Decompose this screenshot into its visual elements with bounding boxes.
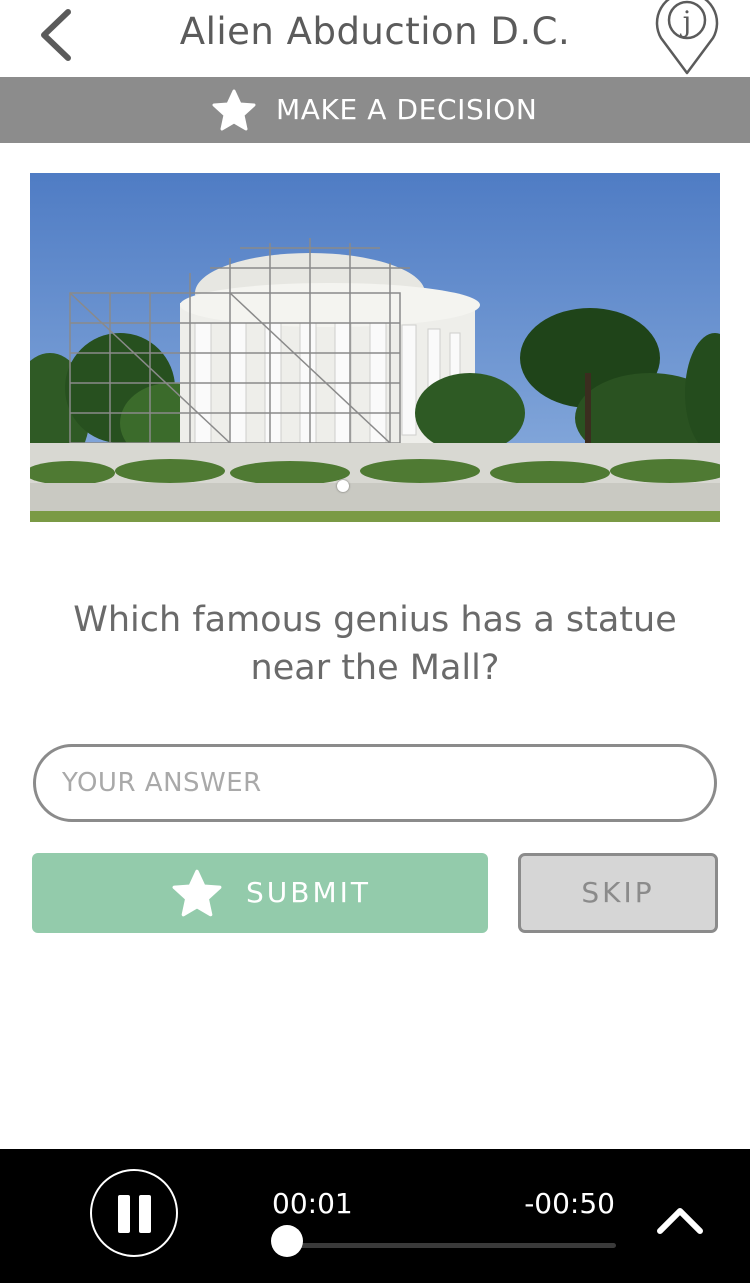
star-icon: [172, 869, 222, 917]
answer-input[interactable]: [33, 744, 717, 822]
map-pin-button[interactable]: j: [654, 0, 720, 76]
star-icon: [212, 89, 256, 131]
banner-label: MAKE A DECISION: [276, 93, 538, 126]
chevron-up-icon: [657, 1208, 703, 1234]
decision-banner: MAKE A DECISION: [0, 77, 750, 143]
expand-player-button[interactable]: [654, 1199, 706, 1239]
pause-icon: [118, 1195, 151, 1233]
skip-button[interactable]: SKIP: [518, 853, 718, 933]
audio-player: 00:01 -00:50: [0, 1149, 750, 1283]
remaining-time: -00:50: [524, 1187, 615, 1220]
location-photo: [30, 173, 720, 522]
submit-button[interactable]: SUBMIT: [32, 853, 488, 933]
submit-label: SUBMIT: [246, 876, 371, 909]
progress-knob[interactable]: [270, 1225, 303, 1257]
pause-button[interactable]: [90, 1169, 178, 1257]
carousel-indicator[interactable]: [337, 480, 349, 492]
question-text: Which famous genius has a statue near th…: [73, 600, 677, 688]
map-pin-j-icon: j: [655, 0, 719, 75]
page-title: Alien Abduction D.C.: [179, 10, 571, 53]
elapsed-time: 00:01: [272, 1187, 353, 1220]
progress-track[interactable]: [272, 1243, 616, 1248]
top-bar: Alien Abduction D.C. j: [0, 0, 750, 76]
